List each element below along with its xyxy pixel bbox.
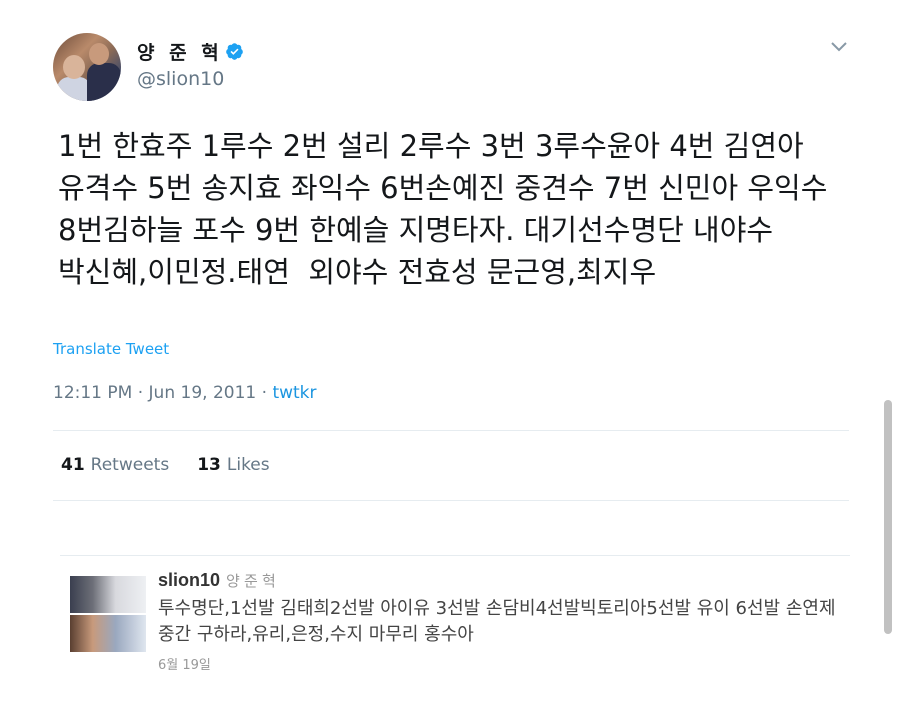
likes-label: Likes bbox=[226, 455, 270, 475]
avatar-figure bbox=[57, 77, 91, 101]
avatar-figure bbox=[89, 43, 109, 65]
retweets-count: 41 bbox=[61, 455, 85, 475]
embedded-avatar-image bbox=[70, 576, 146, 613]
embedded-username[interactable]: slion10 bbox=[158, 570, 220, 590]
embedded-tweet-text: 투수명단,1선발 김태희2선발 아이유 3선발 손담비4선발빅토리아5선발 유이… bbox=[158, 598, 842, 645]
avatar[interactable] bbox=[53, 33, 121, 101]
chevron-down-icon[interactable] bbox=[830, 40, 848, 54]
tweet-time[interactable]: 12:11 PM bbox=[53, 383, 132, 403]
display-name-text: 양 준 혁 bbox=[137, 42, 223, 64]
embedded-avatar-image bbox=[70, 615, 146, 652]
avatar-figure bbox=[87, 63, 121, 101]
embedded-avatar[interactable] bbox=[70, 576, 146, 652]
divider bbox=[53, 500, 849, 501]
separator: · bbox=[137, 383, 149, 403]
translate-tweet-link[interactable]: Translate Tweet bbox=[53, 340, 169, 358]
embedded-user: slion10 양 준 혁 bbox=[158, 570, 276, 591]
embedded-tweet: slion10 양 준 혁 투수명단,1선발 김태희2선발 아이유 3선발 손담비… bbox=[60, 555, 850, 696]
display-name[interactable]: 양 준 혁 bbox=[137, 38, 244, 65]
separator: · bbox=[261, 383, 273, 403]
tweet-timestamp: 12:11 PM · Jun 19, 2011 · twtkr bbox=[53, 383, 317, 403]
avatar-figure bbox=[63, 55, 85, 79]
embedded-tweet-date[interactable]: 6월 19일 bbox=[158, 654, 211, 673]
likes-count: 13 bbox=[197, 455, 221, 475]
embedded-real-name: 양 준 혁 bbox=[226, 573, 276, 590]
tweet-date[interactable]: Jun 19, 2011 bbox=[149, 383, 257, 403]
tweet-stats: 41 Retweets 13 Likes bbox=[61, 455, 270, 475]
tweet-card: 양 준 혁 @slion10 1번 한효주 1루수 2번 설리 2루수 3번 3… bbox=[0, 0, 900, 540]
tweet-source-link[interactable]: twtkr bbox=[272, 383, 316, 403]
divider bbox=[53, 430, 849, 431]
verified-badge-icon bbox=[225, 43, 243, 60]
scrollbar-thumb[interactable] bbox=[884, 400, 892, 634]
tweet-text: 1번 한효주 1루수 2번 설리 2루수 3번 3루수윤아 4번 김연아 유격수… bbox=[58, 129, 837, 289]
retweets-label: Retweets bbox=[90, 455, 170, 475]
retweets-stat[interactable]: 41 Retweets bbox=[61, 455, 169, 475]
likes-stat[interactable]: 13 Likes bbox=[197, 455, 269, 475]
user-handle[interactable]: @slion10 bbox=[137, 68, 224, 90]
